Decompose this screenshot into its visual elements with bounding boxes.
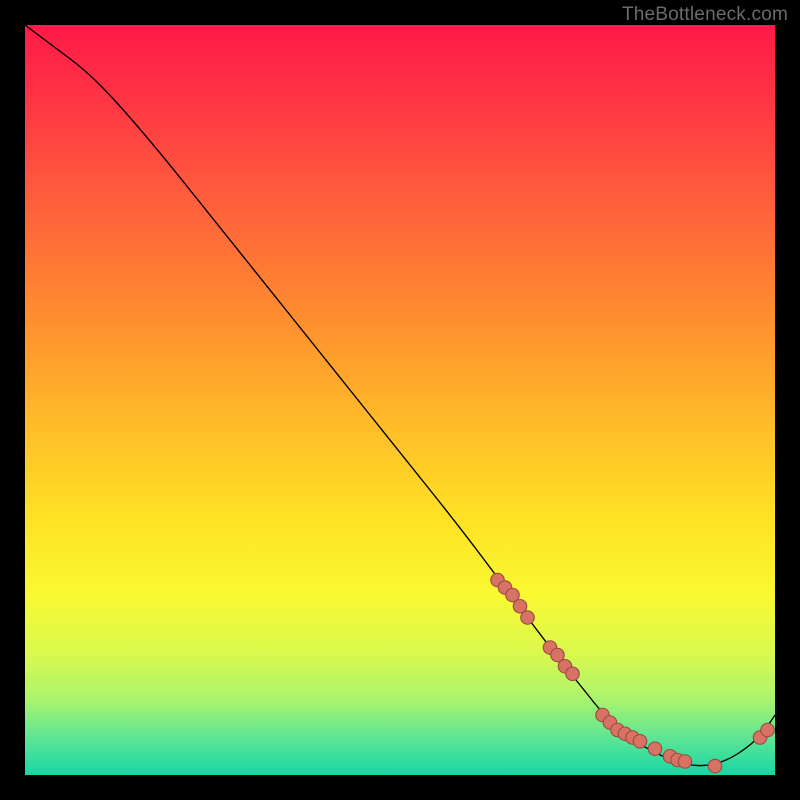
points-layer (25, 25, 775, 775)
data-point (648, 742, 662, 756)
data-point (708, 759, 722, 773)
data-point (678, 755, 692, 769)
data-point (521, 611, 535, 625)
chart-stage: TheBottleneck.com (0, 0, 800, 800)
plot-area (25, 25, 775, 775)
data-point (566, 667, 580, 681)
scatter-points (491, 573, 775, 773)
data-point (633, 735, 647, 749)
watermark-text: TheBottleneck.com (622, 4, 788, 26)
data-point (761, 723, 775, 737)
